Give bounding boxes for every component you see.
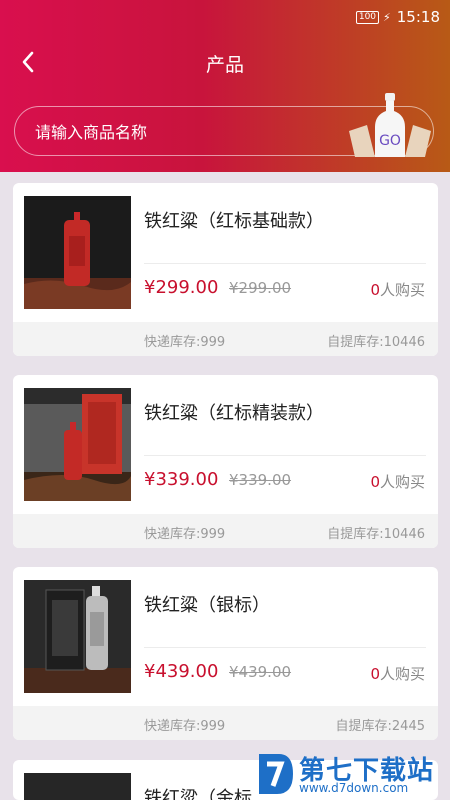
- watermark-logo: 第七下载站 www.d7down.com: [255, 748, 450, 800]
- divider: [144, 647, 426, 648]
- buyers-suffix: 人购买: [379, 665, 425, 683]
- product-card[interactable]: 铁红粱（银标） ¥439.00 ¥439.00 0人购买 快递库存:999 自提…: [13, 567, 438, 740]
- status-time: 15:18: [396, 8, 440, 26]
- buyers-suffix: 人购买: [379, 281, 425, 299]
- express-stock: 快递库存:999: [144, 527, 226, 542]
- buyers-count: 0人购买: [370, 471, 425, 492]
- product-card[interactable]: 铁红粱（红标精装款） ¥339.00 ¥339.00 0人购买 快递库存:999…: [13, 375, 438, 548]
- original-price: ¥299.00: [229, 279, 292, 297]
- pickup-stock: 自提库存:2445: [335, 719, 425, 734]
- search-input[interactable]: [33, 107, 347, 157]
- product-name: 铁红粱（银标）: [144, 595, 270, 616]
- product-name: 铁红粱（红标精装款）: [144, 403, 324, 424]
- original-price: ¥339.00: [229, 471, 292, 489]
- express-stock: 快递库存:999: [144, 335, 226, 350]
- go-button[interactable]: GO: [345, 93, 435, 159]
- product-image: [24, 388, 131, 501]
- buyers-number: 0: [370, 665, 380, 683]
- buyers-number: 0: [370, 281, 380, 299]
- product-name: 铁红粱（金标: [144, 788, 252, 800]
- app-header: 100 ⚡ 15:18 产品 GO: [0, 0, 450, 172]
- pickup-stock: 自提库存:10446: [327, 527, 425, 542]
- stock-footer: 快递库存:999 自提库存:10446: [13, 322, 438, 356]
- stock-footer: 快递库存:999 自提库存:10446: [13, 514, 438, 548]
- d7-logo-icon: [259, 754, 293, 794]
- status-bar: 100 ⚡ 15:18: [355, 8, 440, 26]
- original-price: ¥439.00: [229, 663, 292, 681]
- product-price: ¥339.00: [144, 469, 219, 490]
- watermark-url: www.d7down.com: [299, 781, 409, 795]
- buyers-count: 0人购买: [370, 279, 425, 300]
- divider: [144, 263, 426, 264]
- search-bar: GO: [14, 93, 434, 157]
- product-price: ¥299.00: [144, 277, 219, 298]
- product-image: [24, 196, 131, 309]
- product-price: ¥439.00: [144, 661, 219, 682]
- charging-icon: ⚡: [383, 10, 391, 24]
- pickup-stock: 自提库存:10446: [327, 335, 425, 350]
- product-card[interactable]: 铁红粱（红标基础款） ¥299.00 ¥299.00 0人购买 快递库存:999…: [13, 183, 438, 356]
- stock-footer: 快递库存:999 自提库存:2445: [13, 706, 438, 740]
- page-title: 产品: [205, 54, 244, 76]
- go-label: GO: [379, 133, 401, 149]
- buyers-count: 0人购买: [370, 663, 425, 684]
- buyers-suffix: 人购买: [379, 473, 425, 491]
- express-stock: 快递库存:999: [144, 719, 226, 734]
- buyers-number: 0: [370, 473, 380, 491]
- divider: [144, 455, 426, 456]
- product-image: [24, 773, 131, 800]
- battery-icon: 100: [355, 10, 380, 24]
- product-image: [24, 580, 131, 693]
- product-name: 铁红粱（红标基础款）: [144, 211, 324, 232]
- bottle-hands-icon: GO: [349, 93, 431, 157]
